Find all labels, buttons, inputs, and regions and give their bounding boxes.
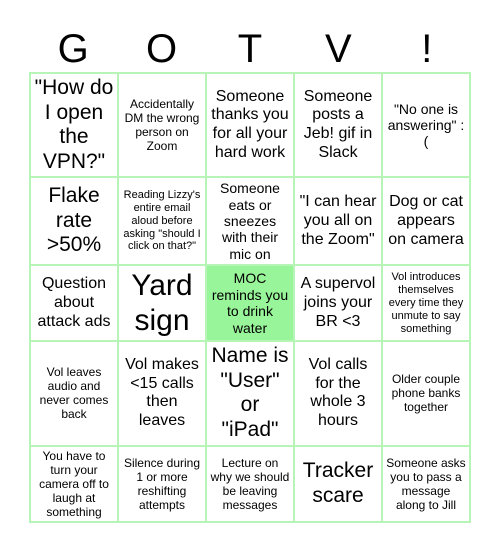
bingo-cell[interactable]: Vol makes <15 calls then leaves xyxy=(117,340,207,447)
bingo-cell[interactable]: Someone posts a Jeb! gif in Slack xyxy=(293,71,383,179)
board-row-4: Vol leaves audio and never comes back Vo… xyxy=(29,340,471,447)
bingo-cell[interactable]: Older couple phone banks together xyxy=(381,340,471,447)
bingo-cell[interactable]: Vol introduces themselves every time the… xyxy=(381,264,471,343)
bingo-cell[interactable]: You have to turn your camera off to laug… xyxy=(29,444,119,523)
board-row-1: "How do I open the VPN?" Accidentally DM… xyxy=(29,71,471,179)
bingo-cell[interactable]: Flake rate >50% xyxy=(29,176,119,267)
bingo-cell[interactable]: Someone thanks you for all your hard wor… xyxy=(205,71,295,179)
header-letter-t: T xyxy=(237,27,263,71)
bingo-board: "How do I open the VPN?" Accidentally DM… xyxy=(29,71,471,523)
bingo-cell[interactable]: "I can hear you all on the Zoom" xyxy=(293,176,383,267)
bingo-cell[interactable]: Yard sign xyxy=(117,264,207,343)
bingo-cell[interactable]: Vol leaves audio and never comes back xyxy=(29,340,119,447)
header-letter-exclamation: ! xyxy=(421,27,433,71)
bingo-header: G O T V ! xyxy=(29,22,471,72)
bingo-cell[interactable]: Accidentally DM the wrong person on Zoom xyxy=(117,71,207,179)
bingo-cell[interactable]: Someone eats or sneezes with their mic o… xyxy=(205,176,295,267)
bingo-cell[interactable]: "How do I open the VPN?" xyxy=(29,71,119,179)
bingo-cell[interactable]: Lecture on why we should be leaving mess… xyxy=(205,444,295,523)
bingo-cell[interactable]: A supervol joins your BR <3 xyxy=(293,264,383,343)
bingo-cell[interactable]: Name is "User" or "iPad" xyxy=(205,340,295,447)
bingo-cell-free-marked[interactable]: MOC reminds you to drink water xyxy=(205,264,295,343)
header-letter-g: G xyxy=(57,27,89,71)
bingo-cell[interactable]: Silence during 1 or more reshifting atte… xyxy=(117,444,207,523)
bingo-cell[interactable]: Vol calls for the whole 3 hours xyxy=(293,340,383,447)
bingo-cell[interactable]: Tracker scare xyxy=(293,444,383,523)
header-letter-v: V xyxy=(325,27,352,71)
board-row-3: Question about attack ads Yard sign MOC … xyxy=(29,264,471,343)
bingo-cell[interactable]: Question about attack ads xyxy=(29,264,119,343)
bingo-cell[interactable]: Dog or cat appears on camera xyxy=(381,176,471,267)
bingo-cell[interactable]: Someone asks you to pass a message along… xyxy=(381,444,471,523)
header-letter-o: O xyxy=(146,27,178,71)
board-row-5: You have to turn your camera off to laug… xyxy=(29,444,471,523)
bingo-cell[interactable]: "No one is answering" :( xyxy=(381,71,471,179)
board-row-2: Flake rate >50% Reading Lizzy's entire e… xyxy=(29,176,471,267)
bingo-cell[interactable]: Reading Lizzy's entire email aloud befor… xyxy=(117,176,207,267)
